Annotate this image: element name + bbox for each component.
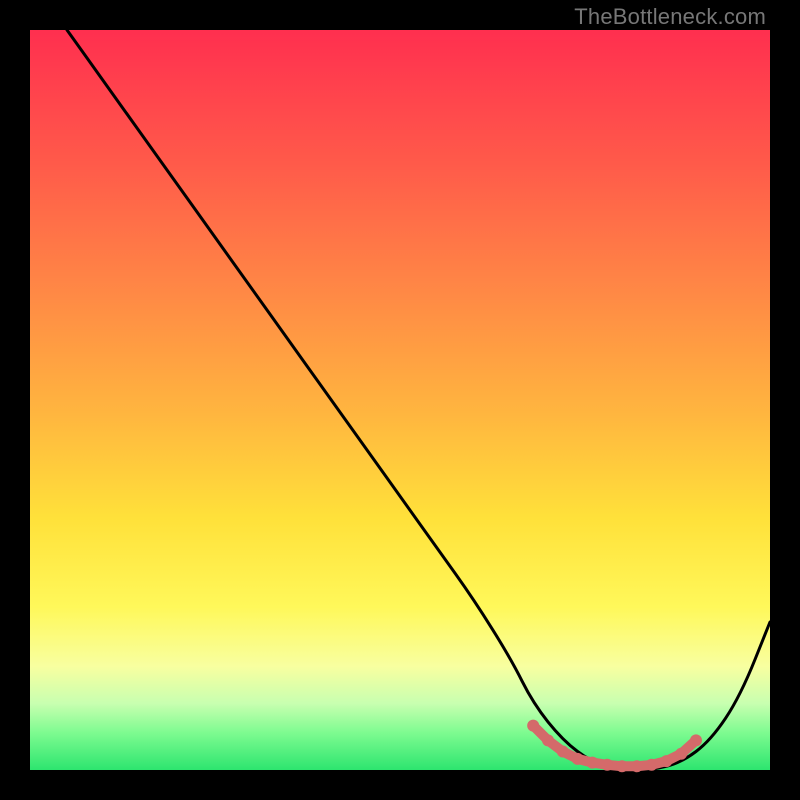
highlight-dot: [557, 746, 569, 758]
plot-area: [30, 30, 770, 770]
highlight-dot: [631, 760, 643, 772]
highlight-dot: [616, 760, 628, 772]
highlight-dot: [601, 759, 613, 771]
watermark-text: TheBottleneck.com: [574, 4, 766, 30]
highlight-dot: [542, 734, 554, 746]
highlight-dot: [572, 753, 584, 765]
highlight-dot: [586, 757, 598, 769]
main-curve: [67, 30, 770, 770]
chart-frame: TheBottleneck.com: [0, 0, 800, 800]
highlight-dot: [646, 759, 658, 771]
highlight-dot: [690, 734, 702, 746]
highlight-dot: [527, 720, 539, 732]
chart-svg: [30, 30, 770, 770]
highlight-dot: [675, 748, 687, 760]
highlight-dot: [660, 755, 672, 767]
